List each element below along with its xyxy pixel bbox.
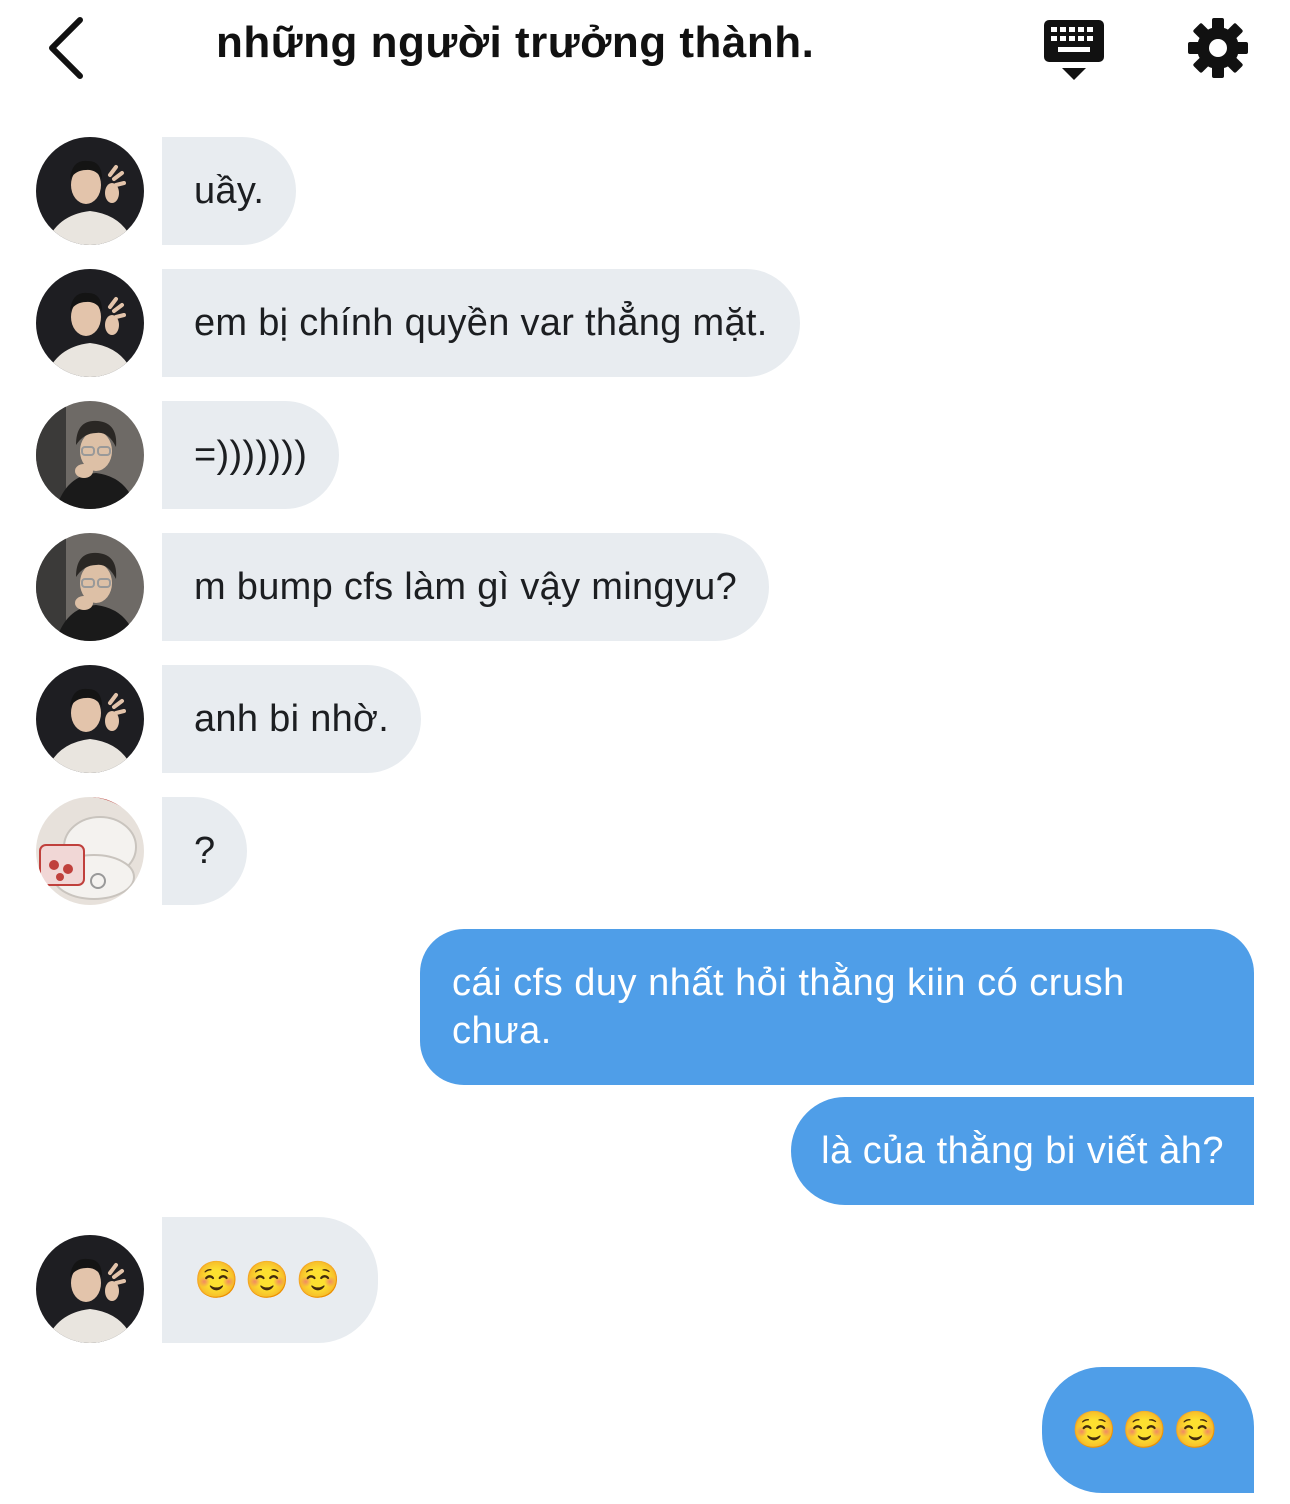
message-bubble-incoming[interactable]: em bị chính quyền var thẳng mặt. bbox=[162, 269, 800, 377]
keyboard-hide-button[interactable] bbox=[1040, 16, 1108, 84]
message-text: em bị chính quyền var thẳng mặt. bbox=[194, 301, 768, 344]
message-text: ☺️☺️☺️ bbox=[194, 1259, 347, 1300]
message-bubble-outgoing[interactable]: là của thằng bi viết àh? bbox=[791, 1097, 1254, 1205]
message-text: uầy. bbox=[194, 169, 265, 212]
message-bubble-incoming[interactable]: anh bi nhờ. bbox=[162, 665, 422, 773]
message-bubble-incoming[interactable]: =))))))) bbox=[162, 401, 340, 509]
message-bubble-incoming[interactable]: ☺️☺️☺️ bbox=[162, 1217, 379, 1343]
message-bubble-incoming[interactable]: m bump cfs làm gì vậy mingyu? bbox=[162, 533, 770, 641]
message-bubble-incoming[interactable]: ? bbox=[162, 797, 248, 905]
keyboard-icon bbox=[1044, 20, 1104, 80]
message-text: cái cfs duy nhất hỏi thằng kiin có crush… bbox=[452, 962, 1125, 1052]
message-text: ☺️☺️☺️ bbox=[1071, 1409, 1224, 1450]
chat-header: những người trưởng thành. bbox=[0, 0, 1290, 100]
message-bubble-outgoing[interactable]: cái cfs duy nhất hỏi thằng kiin có crush… bbox=[420, 929, 1254, 1085]
message-bubble-incoming[interactable]: uầy. bbox=[162, 137, 297, 245]
person-a-avatar[interactable] bbox=[36, 137, 144, 245]
back-button[interactable] bbox=[38, 12, 98, 84]
bear-avatar[interactable] bbox=[36, 797, 144, 905]
message-text: ? bbox=[194, 829, 216, 872]
person-b-avatar[interactable] bbox=[36, 401, 144, 509]
chat-title: những người trưởng thành. bbox=[216, 18, 815, 67]
message-text: là của thằng bi viết àh? bbox=[821, 1129, 1224, 1172]
message-text: m bump cfs làm gì vậy mingyu? bbox=[194, 565, 738, 608]
person-b-avatar[interactable] bbox=[36, 533, 144, 641]
message-text: =))))))) bbox=[194, 433, 308, 476]
chevron-left-icon bbox=[49, 17, 83, 79]
settings-button[interactable] bbox=[1186, 16, 1250, 80]
message-text: anh bi nhờ. bbox=[194, 697, 390, 740]
message-bubble-outgoing[interactable]: ☺️☺️☺️ bbox=[1041, 1367, 1254, 1493]
gear-icon bbox=[1188, 18, 1248, 78]
person-a-avatar[interactable] bbox=[36, 665, 144, 773]
person-a-avatar[interactable] bbox=[36, 269, 144, 377]
person-a-avatar[interactable] bbox=[36, 1235, 144, 1343]
